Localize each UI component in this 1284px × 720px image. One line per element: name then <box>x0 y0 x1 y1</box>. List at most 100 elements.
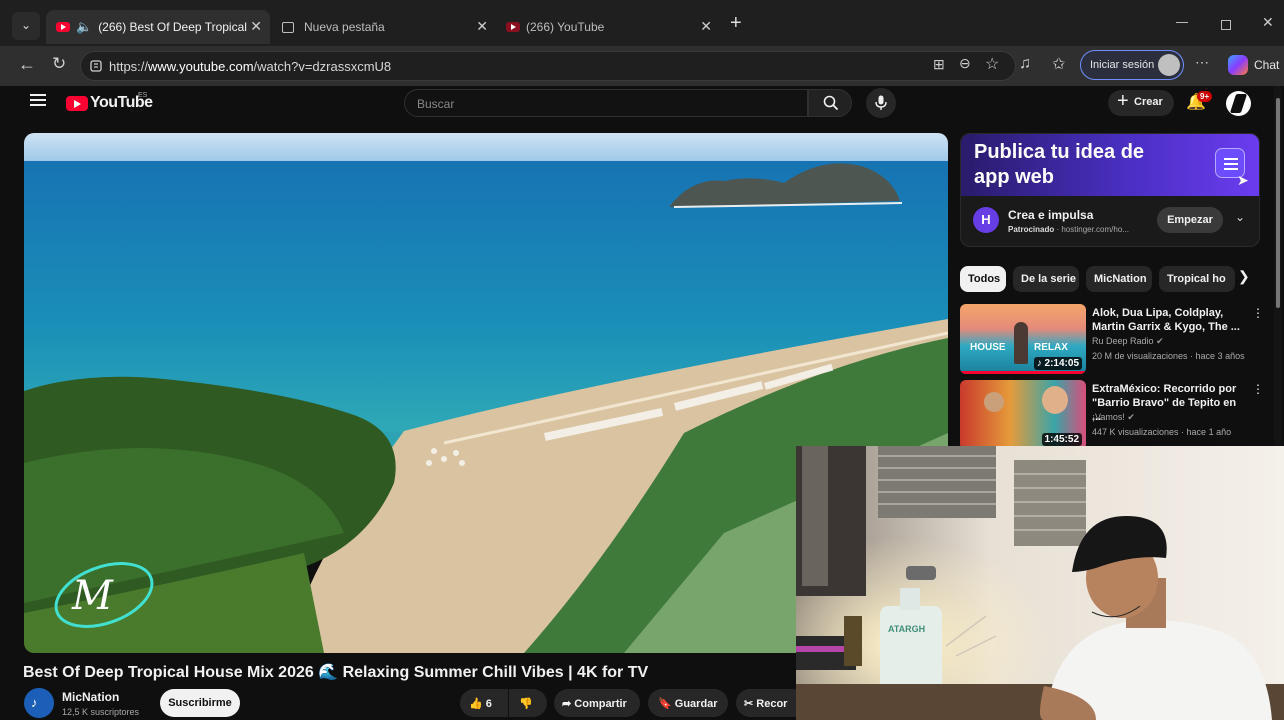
new-tab-plus-icon[interactable]: + <box>730 12 742 35</box>
watched-progress-bar <box>960 371 1086 374</box>
search-placeholder: Buscar <box>417 97 455 111</box>
speaker-icon[interactable]: 🔈 <box>76 19 92 35</box>
tab-list-dropdown-icon[interactable]: ⌄ <box>12 12 40 40</box>
more-actions-icon[interactable]: ⋮ <box>1252 382 1264 396</box>
verified-check-icon: ✔ <box>1156 336 1164 346</box>
like-button[interactable]: 👍 6 <box>460 689 508 717</box>
search-icon <box>823 95 839 111</box>
tab-label: (266) Best Of Deep Tropical H <box>98 20 249 34</box>
browser-toolbar: ← ↻ https://www.youtube.com/watch?v=dzra… <box>0 46 1284 86</box>
tab-label: (266) YouTube <box>526 20 605 34</box>
minimize-window-icon[interactable] <box>1176 22 1188 23</box>
recommended-video[interactable]: HOUSE RELAX ♪ 2:14:05 Alok, Dua Lipa, Co… <box>960 304 1264 376</box>
close-tab-icon[interactable]: ✕ <box>700 18 712 35</box>
media-control-icon[interactable]: ♫ <box>1019 55 1031 73</box>
tab-youtube[interactable]: (266) YouTube ✕ <box>496 10 720 44</box>
back-arrow-icon[interactable]: ← <box>18 54 36 75</box>
close-window-icon[interactable]: ✕ <box>1262 14 1274 31</box>
ad-expand-chevron-icon[interactable]: ⌄ <box>1235 210 1245 224</box>
recommended-video[interactable]: 1:45:52 ExtraMéxico: Recorrido por "Barr… <box>960 380 1264 452</box>
thumb-text-right: RELAX <box>1034 342 1068 353</box>
dislike-button[interactable]: 👎 <box>509 689 547 717</box>
save-label: Guardar <box>674 698 718 710</box>
video-thumbnail[interactable]: HOUSE RELAX ♪ 2:14:05 <box>960 304 1086 374</box>
bottle-label: ATARGH <box>888 624 925 634</box>
ad-cta-button[interactable]: Empezar <box>1157 207 1223 233</box>
scrollbar-thumb[interactable] <box>1276 98 1280 308</box>
share-arrow-icon: ➦ <box>562 698 572 710</box>
cursor-pointer-icon: ➤ <box>1237 172 1249 188</box>
thumb-face <box>1042 386 1068 414</box>
zoom-icon[interactable]: ⊖ <box>959 55 971 72</box>
video-title[interactable]: Alok, Dua Lipa, Coldplay, Martin Garrix … <box>1092 306 1248 334</box>
chip-todos[interactable]: Todos <box>960 266 1006 292</box>
scissors-icon: ✂ <box>744 698 754 710</box>
close-tab-icon[interactable]: ✕ <box>476 18 488 35</box>
more-actions-icon[interactable]: ⋮ <box>1252 306 1264 320</box>
account-avatar[interactable] <box>1226 91 1251 116</box>
voice-search-button[interactable] <box>866 88 896 118</box>
tab-nueva-pestana[interactable]: Nueva pestaña ✕ <box>272 10 496 44</box>
ad-banner-image[interactable]: Publica tu idea de app web ➤ <box>961 134 1259 196</box>
sponsored-ad-card[interactable]: Publica tu idea de app web ➤ H Crea e im… <box>960 133 1260 247</box>
thumb-face <box>984 392 1004 412</box>
verified-check-icon: ✔ <box>1127 412 1135 422</box>
share-button[interactable]: ➦ Compartir <box>554 689 640 717</box>
video-thumbnail[interactable]: 1:45:52 <box>960 380 1086 450</box>
video-duration: 1:45:52 <box>1041 433 1082 446</box>
maximize-window-icon[interactable] <box>1221 20 1231 30</box>
youtube-region-code: ES <box>138 92 148 99</box>
chip-de-la-serie[interactable]: De la serie <box>1013 266 1079 292</box>
sign-in-button[interactable]: Iniciar sesión <box>1080 50 1184 80</box>
thumbs-down-icon: 👎 <box>519 698 533 710</box>
notification-count-badge: 9+ <box>1197 91 1213 102</box>
search-input[interactable]: Buscar <box>404 89 808 117</box>
channel-name[interactable]: ¡Vamos! ✔ <box>1092 412 1135 423</box>
more-options-icon[interactable]: ⋯ <box>1195 54 1209 71</box>
favorites-icon[interactable]: ✩ <box>1052 54 1065 74</box>
ad-headline: Publica tu idea de app web <box>974 141 1145 188</box>
microphone-icon <box>875 95 887 110</box>
video-duration: ♪ 2:14:05 <box>1033 357 1082 370</box>
subscribe-button[interactable]: Suscribirme <box>160 689 240 717</box>
app-available-icon[interactable]: ⊞ <box>933 56 945 73</box>
subscriber-count: 12,5 K suscriptores <box>62 707 140 717</box>
thumbs-up-icon: 👍 <box>469 698 483 710</box>
youtube-logo-icon[interactable] <box>66 96 88 111</box>
new-tab-page-icon <box>282 21 294 33</box>
ad-sponsor-line: Patrocinado · hostinger.com/ho... <box>1008 225 1129 234</box>
site-info-icon[interactable] <box>90 60 102 72</box>
profile-avatar-icon <box>1158 54 1180 76</box>
svg-text:M: M <box>71 573 114 619</box>
create-button[interactable]: Crear <box>1108 90 1174 116</box>
chip-micnation[interactable]: MicNation <box>1086 266 1152 292</box>
guide-menu-icon[interactable] <box>30 94 46 106</box>
youtube-favicon-icon <box>56 22 70 32</box>
ad-name: Crea e impulsa <box>1008 208 1094 222</box>
sign-in-label: Iniciar sesión <box>1090 59 1155 71</box>
webcam-feed-image: ATARGH <box>796 446 1284 720</box>
advertiser-logo-icon: H <box>973 207 999 233</box>
video-title: Best Of Deep Tropical House Mix 2026 🌊 R… <box>23 664 649 681</box>
youtube-favicon-icon <box>506 22 520 32</box>
search-button[interactable] <box>808 89 852 117</box>
chip-tropical-house[interactable]: Tropical ho <box>1159 266 1235 292</box>
chips-next-chevron-icon[interactable]: ❯ <box>1238 268 1250 285</box>
channel-name[interactable]: MicNation <box>62 690 119 704</box>
save-button[interactable]: 🔖 Guardar <box>648 689 728 717</box>
create-label: Crear <box>1134 96 1163 108</box>
favorite-star-icon[interactable]: ☆ <box>985 54 999 74</box>
video-meta: 447 K visualizaciones · hace 1 año <box>1092 427 1232 437</box>
tab-label: Nueva pestaña <box>304 20 385 34</box>
video-meta: 20 M de visualizaciones · hace 3 años <box>1092 351 1245 361</box>
copilot-icon[interactable] <box>1228 55 1248 75</box>
channel-name[interactable]: Ru Deep Radio ✔ <box>1092 336 1164 347</box>
reload-icon[interactable]: ↻ <box>52 54 66 74</box>
browser-tab-strip: ⌄ 🔈 (266) Best Of Deep Tropical H ✕ Nuev… <box>0 0 1284 46</box>
tab-best-of-deep-tropical[interactable]: 🔈 (266) Best Of Deep Tropical H ✕ <box>46 10 270 44</box>
chat-label[interactable]: Chat <box>1254 58 1279 72</box>
channel-avatar[interactable]: ♪ <box>24 688 54 718</box>
close-tab-icon[interactable]: ✕ <box>250 18 262 35</box>
thumb-text-left: HOUSE <box>970 342 1006 353</box>
address-bar[interactable]: https://www.youtube.com/watch?v=dzrassxc… <box>80 51 1016 81</box>
